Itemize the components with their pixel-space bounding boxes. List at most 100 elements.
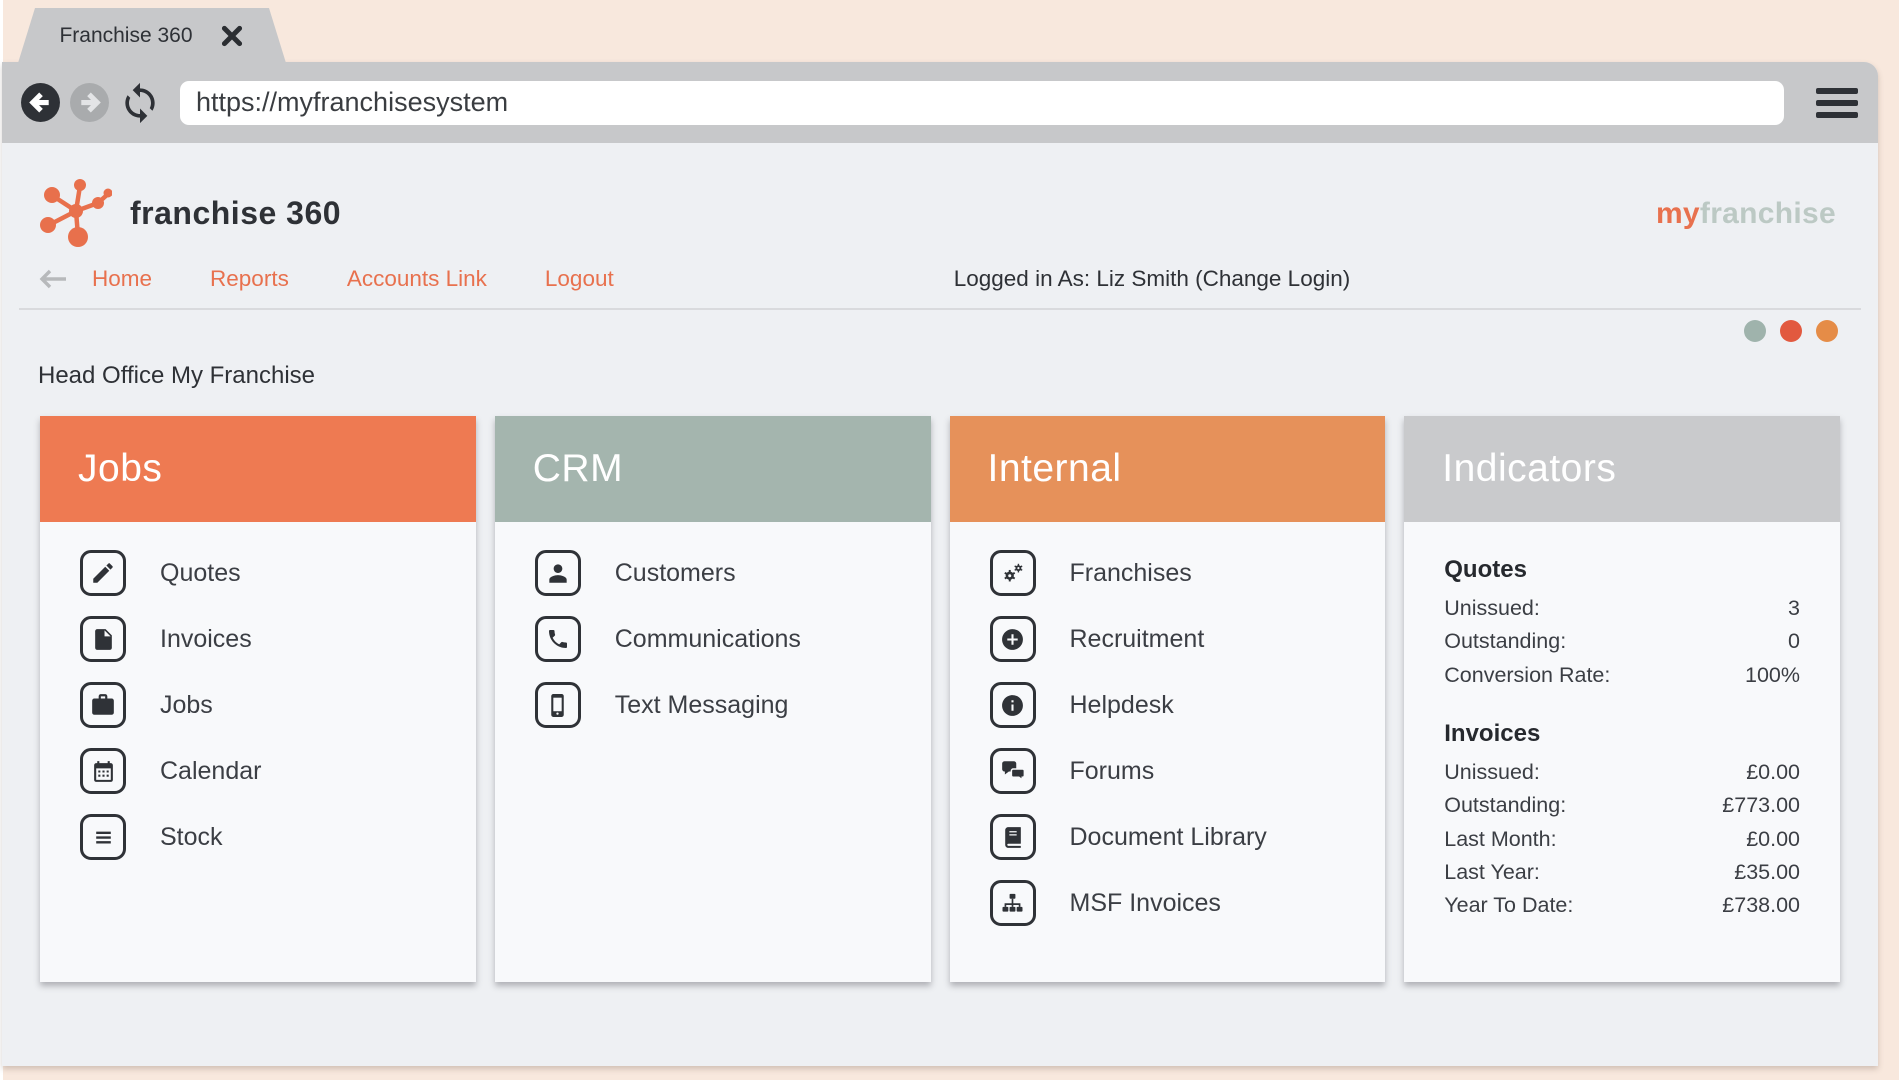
nav-reports[interactable]: Reports [210,266,289,292]
menu-item-recruitment[interactable]: Recruitment [989,616,1368,662]
page-content: franchise 360 myfranchise Home Reports A… [2,143,1878,1066]
menu-icon[interactable] [1816,87,1858,118]
menu-label: MSF Invoices [1069,888,1221,917]
indicator-value: £35.00 [1734,859,1800,884]
book-icon [989,814,1036,860]
card-internal-header: Internal [949,416,1386,522]
menu-label: Quotes [160,558,241,587]
indicator-label: Last Year: [1444,859,1540,884]
menu-item-invoices[interactable]: Invoices [80,616,458,662]
menu-item-stock[interactable]: Stock [80,814,458,860]
nav-logout[interactable]: Logout [545,266,614,292]
menu-item-franchises[interactable]: Franchises [989,550,1368,596]
brand-name: franchise 360 [130,195,342,231]
red-dot [1780,320,1802,342]
indicator-row: Last Year: £35.00 [1444,856,1800,889]
section-title: Invoices [1444,719,1541,747]
browser-toolbar [2,62,1878,143]
logged-in-status[interactable]: Logged in As: Liz Smith (Change Login) [954,266,1351,292]
indicator-value: £738.00 [1722,893,1800,918]
menu-item-customers[interactable]: Customers [534,550,913,596]
briefcase-icon [80,682,126,728]
calendar-icon [80,748,126,794]
app-header: franchise 360 myfranchise [36,173,1836,254]
indicator-row: Outstanding: 0 [1444,625,1800,658]
wordmark-franchise: franchise [1699,196,1836,230]
menu-label: Text Messaging [614,690,789,719]
indicator-label: Conversion Rate: [1444,662,1611,687]
indicator-label: Year To Date: [1444,893,1574,918]
menu-item-forums[interactable]: Forums [989,748,1368,794]
card-jobs: Jobs Quotes Invoices Jobs Calendar Stock [40,416,476,982]
phone-icon [534,616,581,662]
indicator-value: 0 [1788,629,1800,654]
menu-item-jobs[interactable]: Jobs [80,682,458,728]
page-title: Head Office My Franchise [38,362,315,389]
menu-item-calendar[interactable]: Calendar [80,748,458,794]
list-icon [80,814,126,860]
close-tab-icon[interactable] [219,23,245,49]
file-icon [80,616,126,662]
indicators-quotes-section: Quotes Unissued: 3 Outstanding: 0 Conver… [1444,556,1800,692]
indicator-row: Unissued: £0.00 [1444,756,1800,789]
cogs-icon [989,550,1036,596]
indicator-value: 100% [1745,662,1800,687]
menu-label: Calendar [160,756,262,785]
card-indicators: Indicators Quotes Unissued: 3 Outstandin… [1404,416,1840,982]
browser-window: franchise 360 myfranchise Home Reports A… [2,62,1878,1066]
sitemap-icon [989,880,1036,926]
menu-item-document-library[interactable]: Document Library [989,814,1368,860]
indicator-value: £0.00 [1746,759,1800,784]
menu-item-communications[interactable]: Communications [534,616,913,662]
plus-circle-icon [989,616,1036,662]
main-nav: Home Reports Accounts Link Logout Logged… [38,266,1878,292]
indicator-row: Conversion Rate: 100% [1444,659,1800,692]
menu-label: Stock [160,822,223,851]
menu-label: Recruitment [1069,624,1205,653]
menu-item-text-messaging[interactable]: Text Messaging [534,682,913,728]
tab-title: Franchise 360 [59,23,193,47]
indicator-label: Unissued: [1444,759,1540,784]
back-button[interactable] [20,82,61,123]
menu-label: Communications [614,624,801,653]
myfranchise-wordmark: myfranchise [1656,197,1836,231]
mobile-icon [534,682,581,728]
indicators-invoices-section: Invoices Unissued: £0.00 Outstanding: £7… [1444,720,1800,923]
indicator-row: Outstanding: £773.00 [1444,789,1800,822]
wordmark-my: my [1655,196,1700,230]
menu-item-quotes[interactable]: Quotes [80,550,458,596]
url-bar[interactable] [180,80,1784,125]
card-crm: CRM Customers Communications Text Messag… [494,416,931,982]
nav-home[interactable]: Home [92,266,152,292]
indicator-row: Year To Date: £738.00 [1444,889,1800,922]
indicator-label: Outstanding: [1444,629,1567,654]
nav-back-arrow-icon[interactable] [38,268,68,290]
indicator-value: £773.00 [1722,793,1800,818]
card-indicators-header: Indicators [1404,416,1840,522]
browser-tab[interactable]: Franchise 360 [18,8,286,63]
section-title: Quotes [1444,556,1527,583]
user-icon [534,550,581,596]
menu-label: Customers [614,558,736,587]
menu-label: Franchises [1069,558,1192,587]
indicator-label: Unissued: [1444,596,1540,620]
dashboard-cards: Jobs Quotes Invoices Jobs Calendar Stock… [40,416,1840,982]
card-crm-header: CRM [494,416,931,522]
status-dots [2,320,1838,342]
menu-item-helpdesk[interactable]: Helpdesk [989,682,1368,728]
indicator-row: Last Month: £0.00 [1444,823,1800,856]
nav-accounts-link[interactable]: Accounts Link [347,266,487,292]
menu-label: Forums [1069,756,1155,785]
refresh-icon[interactable] [118,81,162,125]
forward-button[interactable] [69,82,110,123]
indicator-row: Unissued: 3 [1444,592,1800,625]
indicator-label: Last Month: [1444,826,1557,851]
menu-label: Invoices [160,624,252,653]
info-circle-icon [989,682,1036,728]
menu-label: Document Library [1069,822,1267,851]
menu-label: Helpdesk [1069,690,1174,719]
header-divider [19,308,1861,310]
menu-item-msf-invoices[interactable]: MSF Invoices [989,880,1368,926]
indicator-label: Outstanding: [1444,793,1567,818]
comments-icon [989,748,1036,794]
